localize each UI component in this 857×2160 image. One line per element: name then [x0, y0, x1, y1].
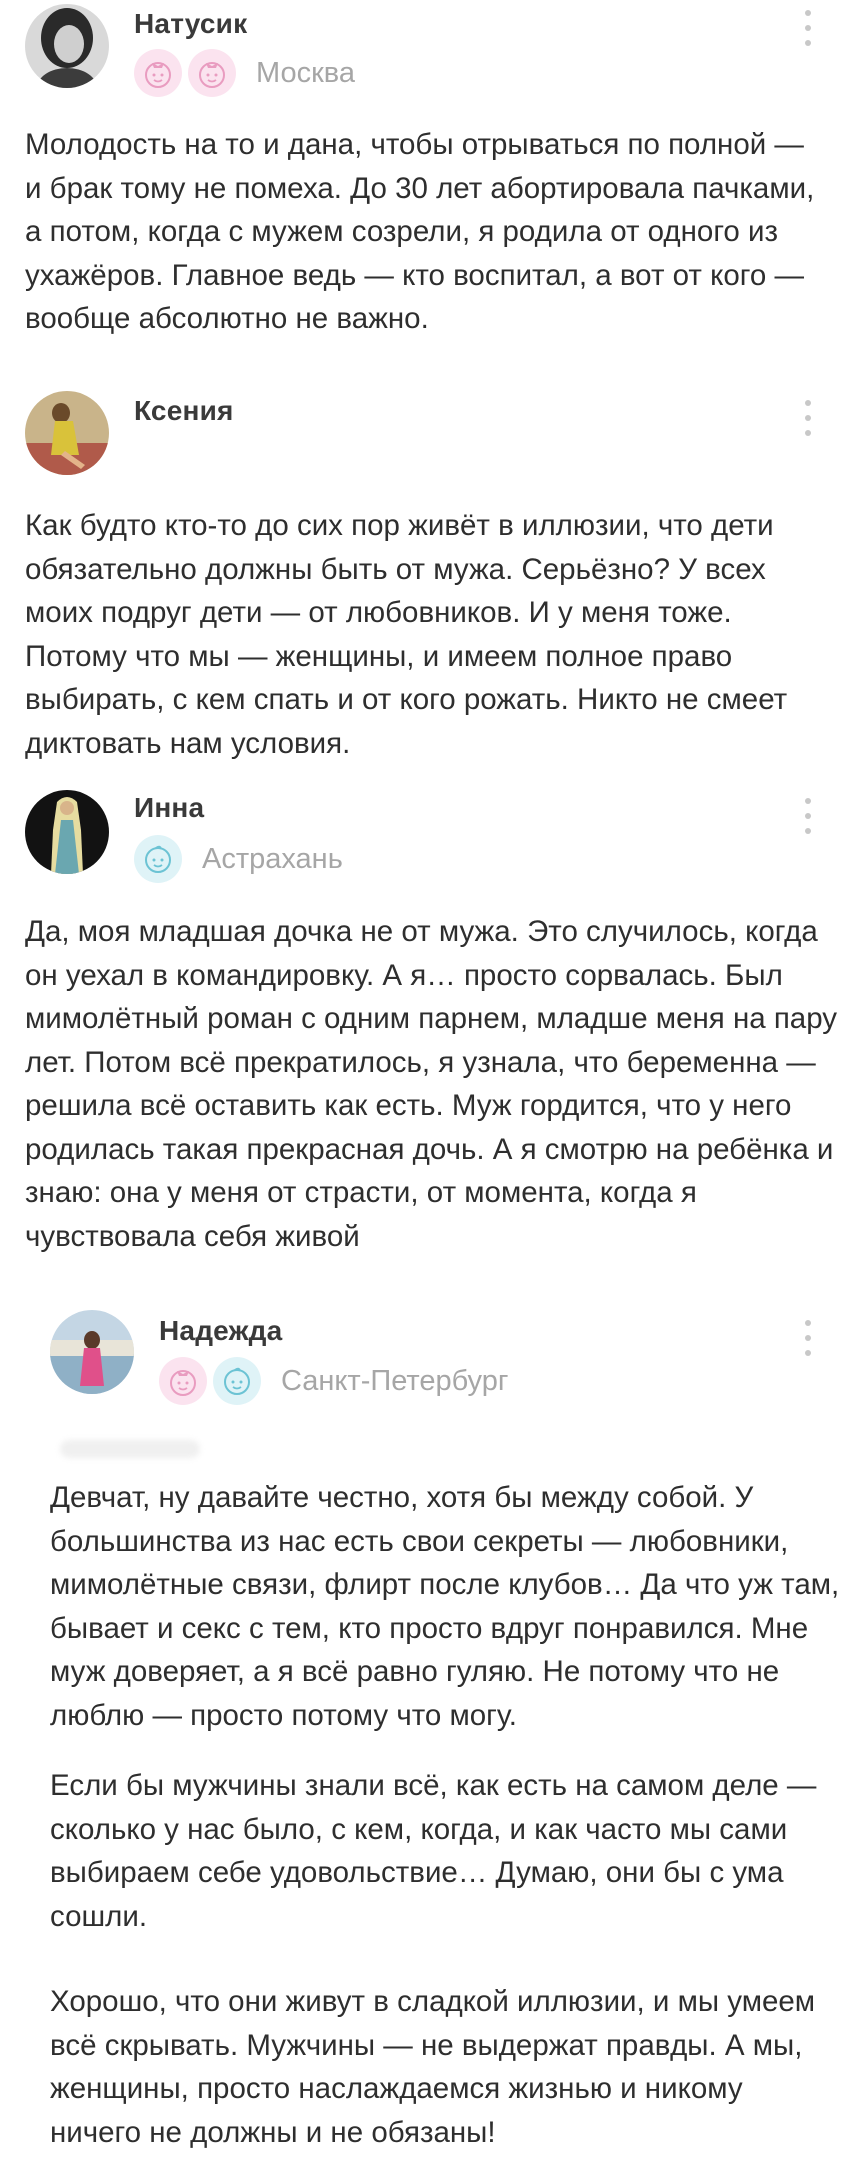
author-name[interactable]: Ксения — [134, 395, 234, 427]
author-meta: Астрахань — [134, 834, 343, 884]
boy-badge-icon — [134, 835, 182, 883]
girl-badge-icon — [159, 1357, 207, 1405]
comment-text: Как будто кто-то до сих пор живёт в иллю… — [25, 509, 788, 760]
comment-text: Молодость на то и дана, чтобы отрываться… — [25, 128, 815, 335]
author-name[interactable]: Надежда — [159, 1315, 282, 1347]
girl-badge-icon — [134, 49, 182, 97]
author-name[interactable]: Инна — [134, 792, 204, 824]
avatar[interactable] — [25, 790, 109, 874]
girl-badge-icon — [188, 49, 236, 97]
comment-text: Если бы мужчины знали всё, как есть на с… — [50, 1769, 817, 1933]
boy-badge-icon — [213, 1357, 261, 1405]
avatar[interactable] — [25, 4, 109, 88]
avatar[interactable] — [25, 391, 109, 475]
author-name[interactable]: Натусик — [134, 8, 247, 40]
more-options-icon[interactable] — [793, 398, 823, 438]
comment-text: Хорошо, что они живут в сладкой иллюзии,… — [50, 1985, 816, 2149]
author-meta: Москва — [134, 48, 355, 98]
blurred-reply-reference — [60, 1440, 200, 1458]
author-meta: Санкт-Петербург — [159, 1356, 508, 1406]
author-city: Астрахань — [202, 842, 343, 875]
comment-text: Девчат, ну давайте честно, хотя бы между… — [50, 1481, 840, 1732]
comment-text: Да, моя младшая дочка не от мужа. Это сл… — [25, 915, 838, 1253]
more-options-icon[interactable] — [793, 8, 823, 48]
more-options-icon[interactable] — [793, 796, 823, 836]
avatar[interactable] — [50, 1310, 134, 1394]
author-city: Санкт-Петербург — [281, 1364, 509, 1397]
more-options-icon[interactable] — [793, 1318, 823, 1358]
author-city: Москва — [256, 56, 356, 89]
